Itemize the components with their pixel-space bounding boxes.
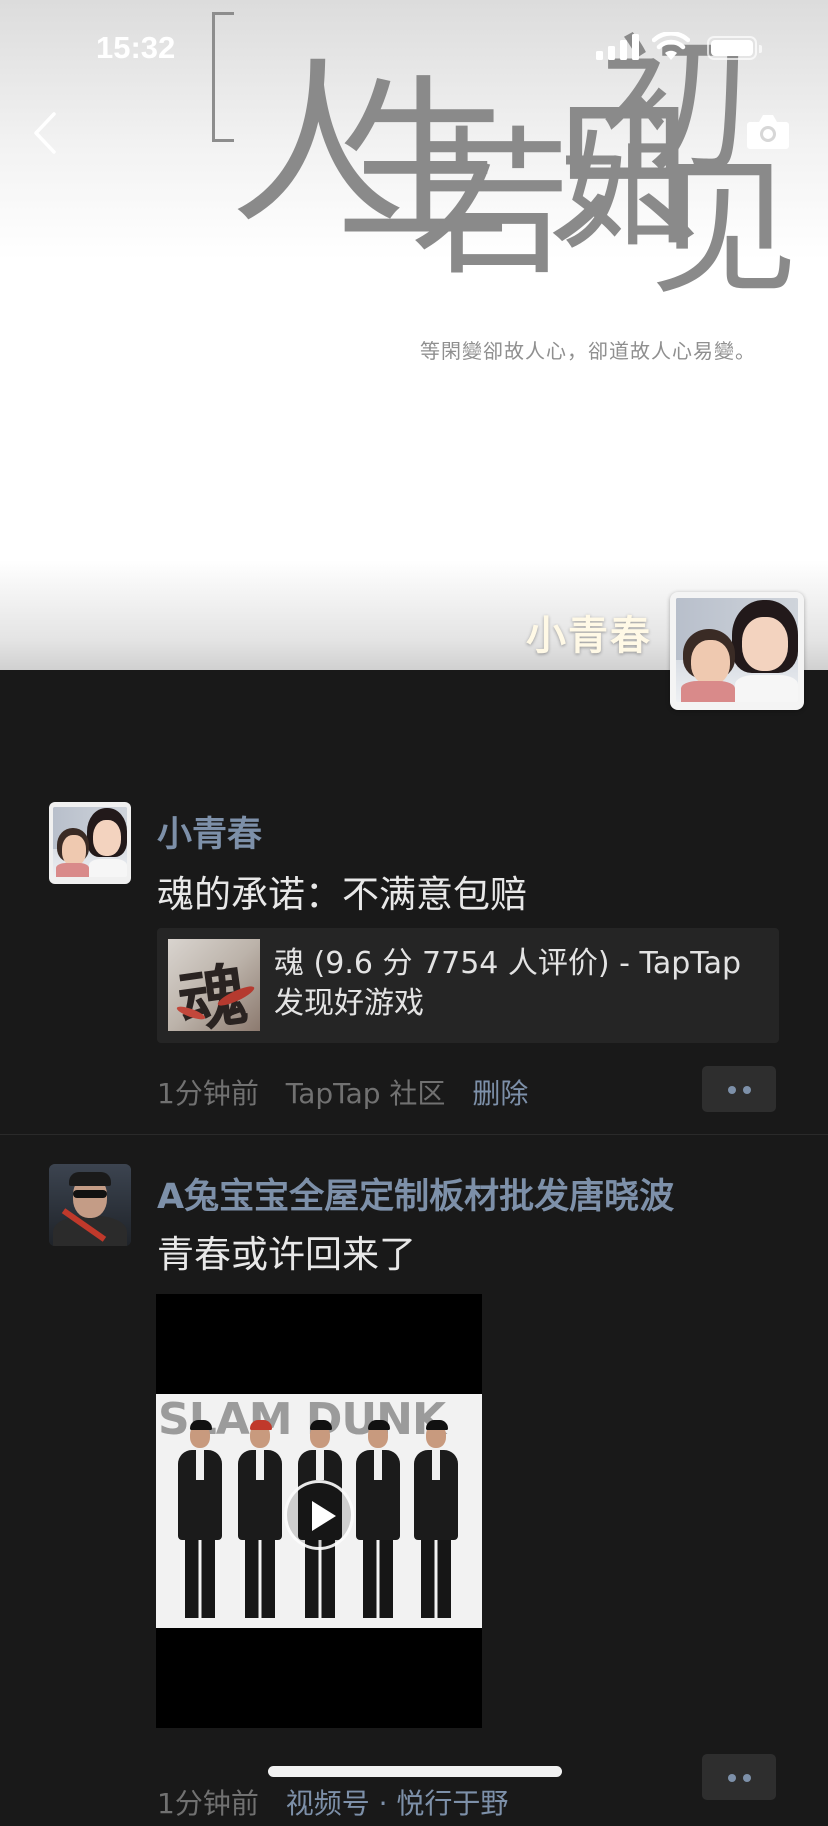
play-icon[interactable]: [284, 1480, 354, 1550]
avatar-photo: [49, 1164, 131, 1246]
post-meta: 1分钟前 TapTap 社区 删除: [157, 1072, 528, 1116]
profile-avatar[interactable]: [670, 592, 804, 710]
delete-link[interactable]: 删除: [472, 1077, 528, 1110]
poster-figure: [356, 1420, 400, 1618]
poster-figure: [414, 1420, 458, 1618]
link-title: 魂 (9.6 分 7754 人评价) - TapTap 发现好游戏: [274, 946, 742, 1021]
status-bar: 15:32: [0, 0, 828, 96]
link-thumbnail-glyph: 魂: [173, 954, 253, 1031]
post-text: 魂的承诺：不满意包赔: [157, 873, 527, 916]
more-dots-icon: [728, 1774, 736, 1782]
cover-image[interactable]: 人 生 若 只 如 初 见 等閑變卻故人心，卻道故人心易變。: [0, 0, 828, 670]
poster-figure: [178, 1420, 222, 1618]
poster-figure: [238, 1420, 282, 1618]
post-meta: 1分钟前 视频号 · 悦行于野: [157, 1782, 508, 1826]
camera-button[interactable]: [746, 112, 790, 150]
link-card[interactable]: 魂 魂 (9.6 分 7754 人评价) - TapTap 发现好游戏: [157, 928, 779, 1043]
more-dots-icon-dot: [743, 1086, 751, 1094]
link-thumbnail: 魂: [168, 939, 260, 1031]
post-source[interactable]: TapTap 社区: [286, 1077, 446, 1110]
post-avatar[interactable]: [49, 1164, 131, 1246]
post-author-name[interactable]: A兔宝宝全屋定制板材批发唐晓波: [157, 1168, 674, 1219]
more-actions-button[interactable]: [702, 1066, 776, 1112]
profile-name[interactable]: 小青春: [526, 603, 652, 661]
cover-subtitle: 等閑變卻故人心，卻道故人心易變。: [420, 339, 756, 363]
avatar-photo: [676, 598, 798, 702]
status-time: 15:32: [96, 30, 176, 65]
home-indicator[interactable]: [268, 1766, 562, 1777]
wifi-icon: [652, 32, 690, 60]
post-avatar[interactable]: [49, 802, 131, 884]
back-button[interactable]: [28, 108, 68, 158]
post-time: 1分钟前: [157, 1077, 259, 1110]
post-author-name[interactable]: 小青春: [157, 806, 262, 857]
camera-icon: [747, 115, 789, 149]
post-divider: [0, 1134, 828, 1135]
post-text: 青春或许回来了: [157, 1233, 416, 1276]
avatar-photo: [53, 807, 127, 877]
more-dots-icon-dot: [743, 1774, 751, 1782]
cover-title-char: 见: [650, 143, 798, 315]
more-actions-button[interactable]: [702, 1754, 776, 1800]
chevron-left-icon: [34, 112, 56, 154]
battery-icon: [707, 36, 762, 60]
video-thumbnail[interactable]: SLAM DUNK: [156, 1294, 482, 1728]
more-dots-icon: [728, 1086, 736, 1094]
cellular-signal-icon: [596, 34, 639, 60]
